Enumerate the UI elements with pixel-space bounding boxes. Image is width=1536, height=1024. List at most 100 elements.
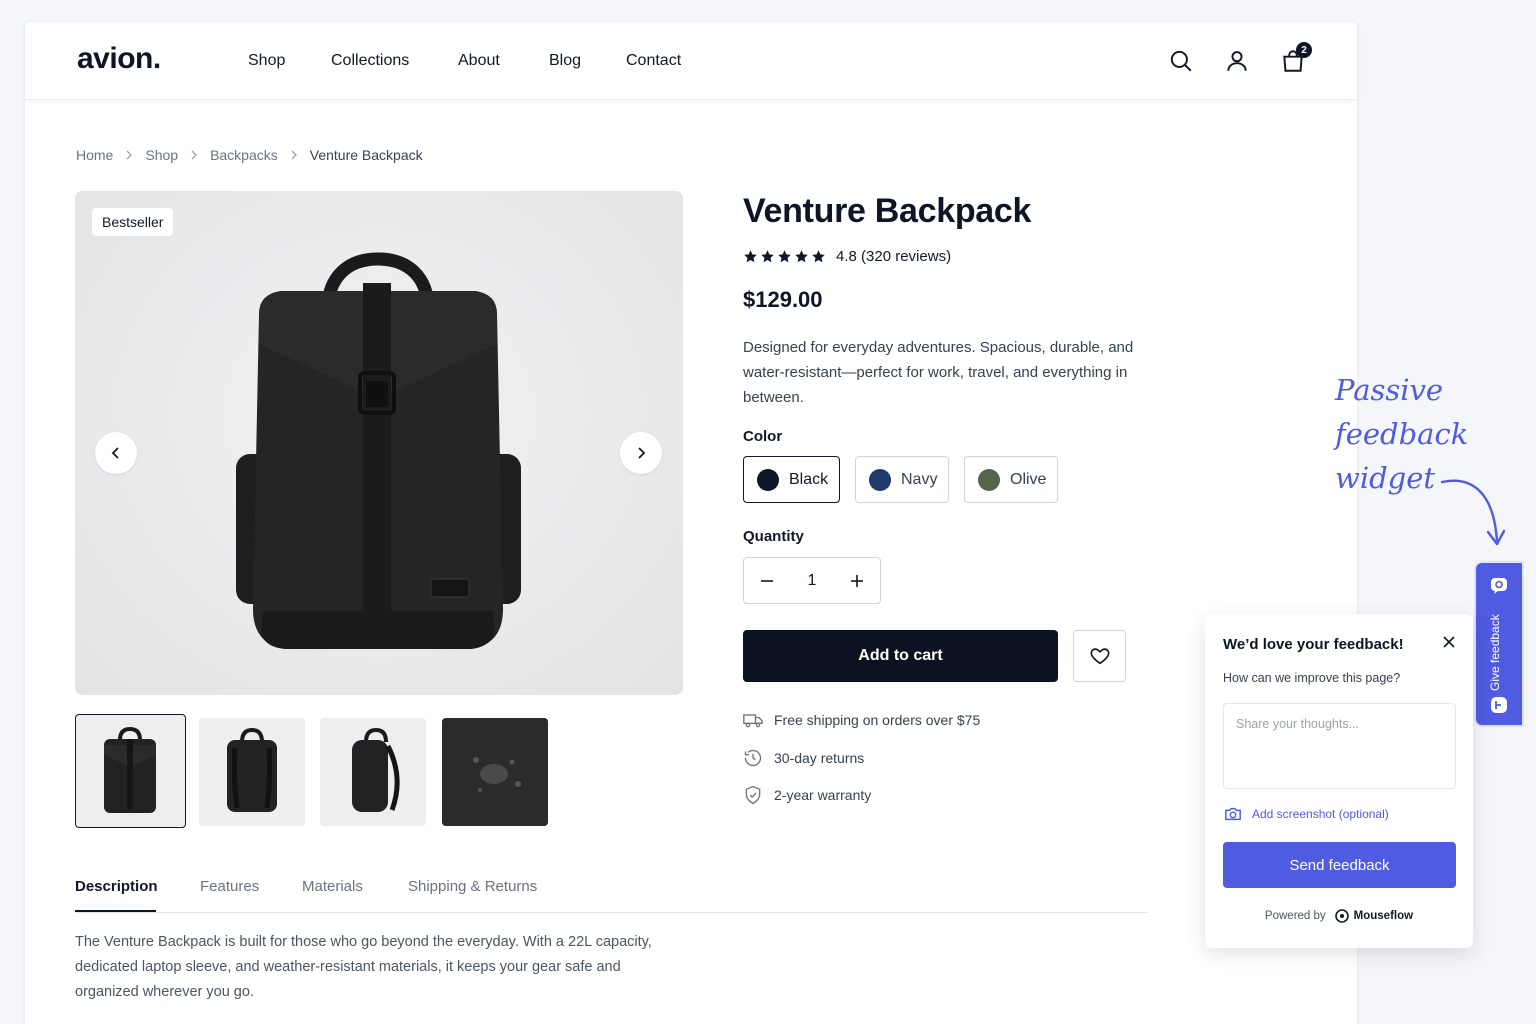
feedback-panel: We’d love your feedback! How can we impr…: [1205, 614, 1473, 948]
tab-materials[interactable]: Materials: [302, 878, 363, 895]
account-icon[interactable]: [1224, 48, 1250, 74]
chevron-right-icon: [191, 150, 197, 160]
perk-shipping: Free shipping on orders over $75: [743, 711, 980, 729]
rating-value: 4.8: [836, 248, 857, 265]
nav-shop[interactable]: Shop: [248, 52, 285, 70]
perk-returns: 30-day returns: [743, 748, 864, 768]
thumbnail-back[interactable]: [199, 718, 305, 826]
chevron-right-icon: [638, 447, 646, 459]
color-option-label: Navy: [901, 470, 938, 488]
breadcrumb-backpacks[interactable]: Backpacks: [210, 147, 278, 163]
annotation-arrow-icon: [1440, 479, 1506, 546]
product-price: $129.00: [743, 287, 823, 312]
site-header: avion. Shop Collections About Blog Conta…: [25, 22, 1357, 100]
navy-swatch-dot: [869, 468, 891, 491]
quantity-value[interactable]: 1: [808, 572, 817, 590]
perk-text: Free shipping on orders over $75: [774, 712, 981, 728]
rating-stars: [743, 249, 826, 264]
chevron-right-icon: [126, 150, 133, 160]
annotation-line: Passive: [1335, 373, 1444, 407]
color-option-label: Olive: [1010, 470, 1047, 488]
chevron-left-icon: [111, 447, 119, 459]
active-tab-indicator: [75, 910, 156, 912]
camera-icon: [1225, 807, 1241, 821]
powered-by-label: Powered by: [1264, 910, 1326, 922]
backpack-product-image: [236, 252, 521, 649]
feedback-textarea[interactable]: [1223, 703, 1456, 789]
product-description: Designed for everyday adventures. Spacio…: [743, 339, 1134, 406]
nav-contact[interactable]: Contact: [626, 52, 681, 70]
mouseflow-logo-icon: [1491, 697, 1507, 713]
give-feedback-tab[interactable]: Give feedback: [1474, 561, 1524, 727]
close-icon[interactable]: [1441, 634, 1457, 650]
perk-warranty: 2-year warranty: [743, 785, 871, 805]
wishlist-button[interactable]: [1073, 630, 1126, 682]
heart-icon: [1090, 648, 1109, 665]
product-image-gallery: Bestseller: [75, 191, 683, 695]
feedback-subtitle: How can we improve this page?: [1223, 671, 1401, 685]
tab-description[interactable]: Description: [75, 878, 158, 895]
perk-text: 2-year warranty: [774, 787, 872, 803]
perk-text: 30-day returns: [774, 750, 865, 766]
breadcrumb-shop[interactable]: Shop: [145, 147, 178, 163]
backpack-side-thumbnail: [352, 727, 400, 812]
plus-icon: [851, 574, 863, 587]
nav-about[interactable]: About: [458, 52, 500, 70]
water-drops-fabric-thumbnail: [442, 718, 548, 826]
color-option-label: Black: [789, 470, 829, 488]
mouseflow-brand-icon: [1334, 909, 1349, 923]
add-screenshot-label: Add screenshot (optional): [1252, 807, 1389, 821]
decrease-quantity-button[interactable]: [758, 572, 776, 590]
add-screenshot-button[interactable]: Add screenshot (optional): [1224, 806, 1389, 822]
chevron-right-icon: [291, 150, 297, 160]
give-feedback-label: Give feedback: [1488, 614, 1502, 691]
color-option-olive[interactable]: Olive: [964, 456, 1058, 503]
star-icon: [778, 250, 791, 263]
backpack-front-thumbnail: [104, 726, 156, 813]
tab-description-content: The Venture Backpack is built for those …: [75, 934, 652, 1000]
quantity-label: Quantity: [743, 528, 804, 545]
product-rating: 4.8 (320 reviews): [743, 248, 951, 265]
color-option-navy[interactable]: Navy: [855, 456, 949, 503]
add-to-cart-button[interactable]: Add to cart: [743, 630, 1058, 682]
star-icon: [812, 250, 825, 263]
product-title: Venture Backpack: [743, 192, 1032, 230]
backpack-back-thumbnail: [227, 727, 277, 812]
annotation-line: feedback: [1335, 417, 1469, 451]
gallery-next-button[interactable]: [620, 432, 662, 474]
black-swatch-dot: [757, 468, 779, 491]
bestseller-badge: Bestseller: [92, 208, 174, 236]
search-icon[interactable]: [1168, 48, 1194, 74]
star-icon: [744, 250, 757, 263]
breadcrumb: Home Shop Backpacks Venture Backpack: [76, 147, 423, 163]
star-icon: [761, 250, 774, 263]
shield-check-icon: [745, 785, 761, 805]
thumbnail-fabric[interactable]: [442, 718, 548, 826]
nav-blog[interactable]: Blog: [549, 52, 581, 70]
olive-swatch-dot: [978, 468, 1000, 491]
mouseflow-brand[interactable]: Mouseflow: [1354, 910, 1413, 922]
thumbnail-front[interactable]: [75, 714, 186, 828]
site-logo[interactable]: avion.: [77, 42, 161, 76]
quantity-stepper: 1: [743, 557, 881, 604]
increase-quantity-button[interactable]: [848, 572, 866, 590]
color-label: Color: [743, 428, 783, 445]
product-page: avion. Shop Collections About Blog Conta…: [25, 22, 1357, 1024]
gallery-prev-button[interactable]: [95, 432, 137, 474]
tab-shipping-returns[interactable]: Shipping & Returns: [408, 878, 537, 895]
minus-icon: [761, 579, 773, 582]
breadcrumb-current: Venture Backpack: [309, 147, 423, 163]
tab-features[interactable]: Features: [200, 878, 259, 895]
send-feedback-button[interactable]: Send feedback: [1223, 842, 1456, 888]
truck-icon: [743, 714, 763, 728]
nav-collections[interactable]: Collections: [331, 52, 409, 70]
thumbnail-side[interactable]: [320, 718, 426, 826]
returns-clock-icon: [744, 749, 762, 767]
cart-count-badge: 2: [1296, 42, 1312, 58]
color-option-black[interactable]: Black: [743, 456, 840, 503]
breadcrumb-home[interactable]: Home: [76, 147, 113, 163]
feedback-title: We’d love your feedback!: [1223, 636, 1404, 653]
product-tabs: Description Features Materials Shipping …: [75, 872, 1148, 913]
review-count[interactable]: (320 reviews): [861, 248, 951, 265]
powered-by: Powered by Mouseflow: [1205, 908, 1473, 924]
